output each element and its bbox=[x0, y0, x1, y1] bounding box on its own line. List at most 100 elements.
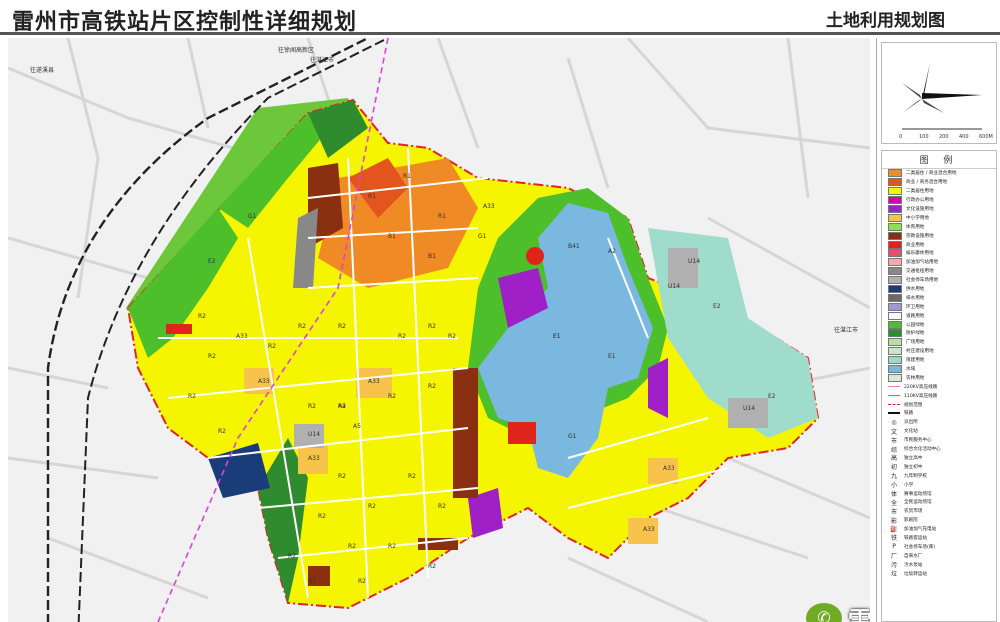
legend-label: 体育用地 bbox=[906, 224, 925, 230]
parcel-code-label: G1 bbox=[568, 433, 577, 440]
parcel-code-label: U14 bbox=[688, 258, 700, 265]
legend-item: 行政办公用地 bbox=[882, 196, 996, 205]
legend-symbol-icon: 市 bbox=[890, 508, 897, 516]
legend-symbol-item: 污 污水泵站 bbox=[882, 560, 996, 569]
legend-line bbox=[888, 412, 900, 415]
legend-symbol-item: 影 影剧院 bbox=[882, 516, 996, 525]
road-label-top-mid: 往湛江市 bbox=[310, 56, 334, 64]
watermark: ✆ 雷州万年城 bbox=[806, 598, 870, 622]
legend-swatch bbox=[888, 285, 902, 294]
legend-line bbox=[888, 404, 900, 406]
scale-tick-label: 400 bbox=[959, 134, 969, 140]
legend-label: 220KV高压线路 bbox=[904, 384, 938, 390]
parcel-code-label: B41 bbox=[568, 243, 580, 250]
parcel-code-label: E2 bbox=[713, 303, 721, 310]
legend-label: 文化站 bbox=[904, 429, 918, 435]
legend-label: 文化设施用地 bbox=[906, 207, 934, 212]
legend-symbol-icon: 市 bbox=[890, 437, 897, 445]
legend-item: 村庄建设用地 bbox=[882, 347, 996, 356]
legend-line bbox=[888, 386, 900, 388]
legend-swatch bbox=[888, 373, 902, 382]
utility-east-2 bbox=[728, 398, 768, 428]
legend-item: 道路用地 bbox=[882, 311, 996, 320]
legend-symbol-item: ⛽ 加油加气充电站 bbox=[882, 525, 996, 534]
legend-symbol-item: 小 小学 bbox=[882, 480, 996, 489]
legend-item: 社会停车场用地 bbox=[882, 276, 996, 285]
legend-item: 二类居住 / 商业混合用地 bbox=[882, 169, 996, 178]
parcel-code-label: R2 bbox=[298, 323, 306, 330]
legend-item: 体育用地 bbox=[882, 222, 996, 231]
parcel-code-label: A33 bbox=[643, 526, 655, 533]
legend-swatch bbox=[888, 365, 902, 374]
legend-item: 商业 / 商务混合用地 bbox=[882, 178, 996, 187]
legend-symbol-icon: P bbox=[892, 543, 896, 551]
legend-swatch bbox=[888, 222, 902, 231]
legend: 图 例 二类居住 / 商业混合用地 商业 / 商务混合用地 二类居住用地 行政办公用地… bbox=[881, 150, 997, 622]
legend-label: 铁路客运站 bbox=[904, 535, 927, 541]
compass-icon: 0 100 200 400 600M bbox=[899, 63, 993, 140]
legend-label: 环卫用地 bbox=[906, 304, 925, 310]
legend-symbol-item: 九 九年制学校 bbox=[882, 471, 996, 480]
legend-item: 供水用地 bbox=[882, 285, 996, 294]
legend-swatch bbox=[888, 240, 902, 249]
parcel-code-label: R2 bbox=[338, 473, 346, 480]
parcel-code-label: A33 bbox=[308, 455, 320, 462]
road-label-right: 往湛江市 bbox=[834, 326, 858, 334]
parcel-code-label: R2 bbox=[308, 403, 316, 410]
legend-symbol-item: 垃 垃圾转运站 bbox=[882, 569, 996, 578]
legend-symbol-icon: 铁 bbox=[890, 535, 897, 543]
legend-symbol-icon: 污 bbox=[890, 562, 897, 570]
land-use-map[interactable]: 往徐闻高新区 往遂溪县 往湛江市 往湛江市 E1 R2 R2 R2 R2 R2 R2 R2 R… bbox=[8, 38, 870, 622]
legend-swatch bbox=[888, 356, 902, 365]
legend-swatch bbox=[888, 302, 902, 311]
wechat-icon: ✆ bbox=[806, 603, 842, 622]
parcel-code-label: R2 bbox=[408, 473, 416, 480]
legend-label: 限建用地 bbox=[906, 358, 925, 364]
legend-list: 二类居住 / 商业混合用地 商业 / 商务混合用地 二类居住用地 行政办公用地 文化设施… bbox=[882, 169, 996, 578]
legend-label: 行政办公用地 bbox=[906, 198, 934, 204]
legend-label: 村庄建设用地 bbox=[906, 349, 934, 355]
legend-symbol-item: 体 赛事运动场馆 bbox=[882, 489, 996, 498]
parcel-code-label: E2 bbox=[768, 393, 776, 400]
parcel-code-label: A2 bbox=[608, 248, 616, 255]
legend-symbol-item: 全 全民运动场馆 bbox=[882, 498, 996, 507]
legend-symbol-item: 厂 自来水厂 bbox=[882, 551, 996, 560]
legend-symbol-icon: 文 bbox=[890, 428, 897, 436]
legend-label: 规划范围 bbox=[904, 402, 923, 408]
legend-label: 全民运动场馆 bbox=[904, 500, 932, 506]
legend-item: 防护绿地 bbox=[882, 329, 996, 338]
legend-swatch bbox=[888, 293, 902, 302]
scale-tick-label: 200 bbox=[939, 134, 949, 140]
parcel-code-label: E2 bbox=[208, 258, 216, 265]
legend-symbol-item: 铁 铁路客运站 bbox=[882, 534, 996, 543]
parcel-code-label: E1 bbox=[553, 333, 561, 340]
legend-symbol-icon: ◎ bbox=[891, 418, 897, 426]
legend-symbol-icon: 高 bbox=[890, 455, 897, 463]
side-panel: 0 100 200 400 600M 图 例 二类居住 / 商业混合用地 商业 / 商务混… bbox=[876, 38, 1000, 622]
legend-symbol-icon: 小 bbox=[890, 482, 897, 490]
legend-label: 独立高中 bbox=[904, 455, 923, 461]
parcel-code-label: R2 bbox=[428, 323, 436, 330]
legend-label: 排水用地 bbox=[906, 295, 925, 301]
parcel-code-label: U14 bbox=[743, 405, 755, 412]
legend-line-item: 规划范围 bbox=[882, 400, 996, 409]
legend-label: 自来水厂 bbox=[904, 553, 923, 559]
commercial-strip-west bbox=[166, 324, 192, 334]
legend-label: 垃圾转运站 bbox=[904, 571, 927, 577]
legend-swatch bbox=[888, 169, 902, 178]
parcel-code-label: U14 bbox=[668, 283, 680, 290]
legend-symbol-item: 综 综合文化活动中心 bbox=[882, 445, 996, 454]
legend-item: 排水用地 bbox=[882, 293, 996, 302]
legend-label: 社会停车场(库) bbox=[904, 544, 936, 550]
scale-tick-label: 100 bbox=[919, 134, 929, 140]
legend-swatch bbox=[888, 311, 902, 320]
legend-label: 农林用地 bbox=[906, 375, 925, 381]
legend-item: 娱乐康体用地 bbox=[882, 249, 996, 258]
watermark-text: 雷州万年城 bbox=[848, 606, 870, 622]
map-subtitle: 土地利用规划图 bbox=[826, 11, 945, 31]
brown-central-strip bbox=[453, 368, 478, 498]
legend-label: 加油加气充电站 bbox=[904, 527, 937, 533]
legend-label: 商业 / 商务混合用地 bbox=[906, 180, 948, 186]
legend-symbol-item: 文 文化站 bbox=[882, 427, 996, 436]
parcel-code-label: R2 bbox=[198, 313, 206, 320]
